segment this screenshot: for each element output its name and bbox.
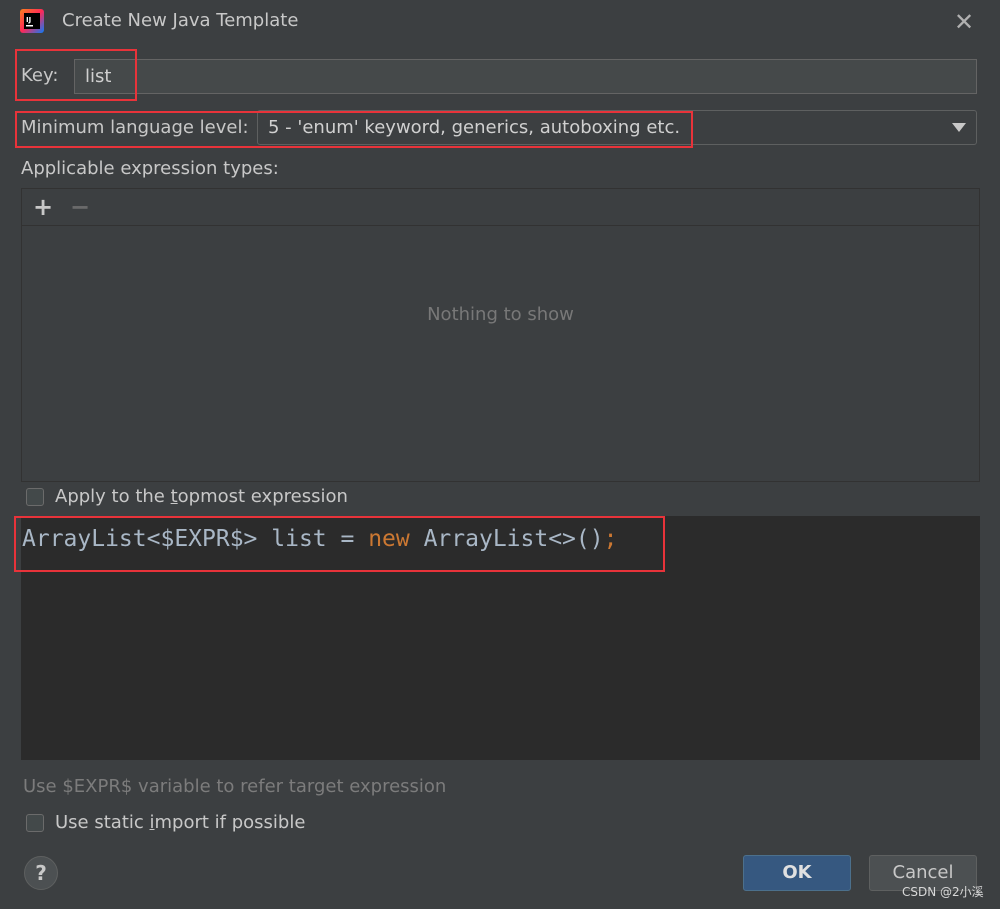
ok-button[interactable]: OK	[743, 855, 851, 891]
language-level-label: Minimum language level:	[21, 117, 249, 138]
language-level-selected: 5 - 'enum' keyword, generics, autoboxing…	[268, 117, 681, 138]
help-icon: ?	[35, 861, 47, 885]
static-import-checkbox[interactable]	[26, 814, 44, 832]
window-title: Create New Java Template	[62, 10, 299, 31]
close-icon: ✕	[953, 8, 975, 36]
intellij-idea-icon: IJ	[20, 9, 44, 33]
expression-types-list: + − Nothing to show	[21, 188, 980, 482]
remove-button[interactable]: −	[69, 193, 91, 221]
static-import-checkbox-label: Use static import if possible	[55, 812, 306, 833]
template-code-editor[interactable]: ArrayList<$EXPR$> list = new ArrayList<>…	[21, 516, 980, 760]
language-level-select[interactable]: 5 - 'enum' keyword, generics, autoboxing…	[257, 110, 977, 145]
topmost-checkbox-label: Apply to the topmost expression	[55, 486, 348, 507]
title-bar: IJ Create New Java Template ✕	[0, 0, 1000, 44]
expression-types-toolbar: + −	[22, 189, 979, 226]
add-button[interactable]: +	[32, 193, 54, 221]
plus-icon: +	[32, 193, 54, 221]
key-label: Key:	[21, 65, 59, 86]
svg-text:IJ: IJ	[26, 16, 31, 24]
close-button[interactable]: ✕	[950, 8, 978, 36]
expr-variable-hint: Use $EXPR$ variable to refer target expr…	[23, 776, 447, 797]
empty-list-message: Nothing to show	[427, 304, 574, 325]
watermark: CSDN @2小溪	[902, 885, 984, 899]
key-input[interactable]: list	[74, 59, 977, 94]
template-code: ArrayList<$EXPR$> list = new ArrayList<>…	[22, 526, 618, 552]
dropdown-arrow-icon	[952, 123, 966, 132]
minus-icon: −	[69, 193, 91, 221]
topmost-checkbox[interactable]	[26, 488, 44, 506]
expression-types-label: Applicable expression types:	[21, 158, 279, 179]
help-button[interactable]: ?	[24, 856, 58, 890]
